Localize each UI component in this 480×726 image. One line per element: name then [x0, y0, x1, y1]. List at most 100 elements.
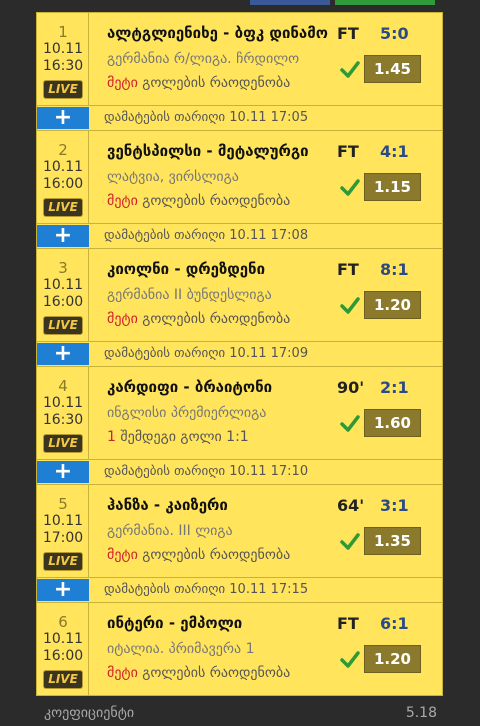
match-card[interactable]: 4 10.11 16:30 LIVE კარდიფი - ბრაიტონი ინ…: [36, 366, 443, 460]
match-meta: 5 10.11 17:00 LIVE: [37, 485, 89, 577]
added-date-text: დამატების თარიღი 10.11 17:05: [104, 110, 309, 125]
match-number: 4: [58, 377, 68, 395]
match-datetime: 10.11 16:00: [37, 631, 89, 665]
match-status: FT: [337, 24, 359, 43]
plus-icon[interactable]: +: [37, 461, 89, 483]
added-date-text: დამატების თარიღი 10.11 17:15: [104, 582, 309, 597]
plus-icon[interactable]: +: [37, 225, 89, 247]
match-number: 6: [58, 613, 68, 631]
match-teams[interactable]: კარდიფი - ბრაიტონი: [107, 378, 329, 396]
bet-market: მეტი გოლების რაოდენობა: [107, 193, 329, 209]
bet-pick: 1: [107, 429, 116, 445]
match-status: 64': [337, 496, 365, 515]
bet-market: მეტი გოლების რაოდენობა: [107, 75, 329, 91]
bet-market-text: გოლების რაოდენობა: [137, 193, 291, 209]
bet-pick: მეტი: [107, 665, 138, 681]
total-odds-label: კოეფიციენტი: [44, 705, 135, 721]
odds-value[interactable]: 1.15: [364, 173, 421, 201]
match-datetime: 10.11 17:00: [37, 513, 89, 547]
match-meta: 4 10.11 16:30 LIVE: [37, 367, 89, 459]
match-datetime: 10.11 16:00: [37, 277, 89, 311]
match-league: გერმანია. III ლიგა: [107, 523, 233, 539]
added-date-row: + დამატების თარიღი 10.11 17:09: [36, 342, 443, 366]
check-icon: [340, 651, 360, 668]
match-time: 16:00: [42, 176, 84, 192]
bet-market: მეტი გოლების რაოდენობა: [107, 547, 329, 563]
match-card[interactable]: 1 10.11 16:30 LIVE ალტგლიენიხე - ბფკ დინ…: [36, 12, 443, 106]
plus-icon[interactable]: +: [37, 107, 89, 129]
match-meta: 3 10.11 16:00 LIVE: [37, 249, 89, 341]
match-datetime: 10.11 16:30: [37, 41, 89, 75]
match-date: 10.11: [42, 631, 84, 647]
bet-market: მეტი გოლების რაოდენობა: [107, 311, 329, 327]
match-status: FT: [337, 260, 359, 279]
bet-pick: მეტი: [107, 75, 138, 91]
match-card[interactable]: 3 10.11 16:00 LIVE კიოლნი - დრეზდენი გერ…: [36, 248, 443, 342]
odds-value[interactable]: 1.20: [364, 291, 421, 319]
bet-market-text: გოლების რაოდენობა: [137, 547, 291, 563]
match-date: 10.11: [42, 277, 84, 293]
match-status: FT: [337, 142, 359, 161]
bet-market-text: გოლების რაოდენობა: [137, 75, 291, 91]
bet-market-text: გოლების რაოდენობა: [137, 311, 291, 327]
live-badge[interactable]: LIVE: [43, 316, 83, 335]
match-datetime: 10.11 16:00: [37, 159, 89, 193]
match-teams[interactable]: ინტერი - ემპოლი: [107, 614, 329, 632]
bet-market: 1 შემდეგი გოლი 1:1: [107, 429, 329, 445]
live-badge[interactable]: LIVE: [43, 434, 83, 453]
added-date-text: დამატების თარიღი 10.11 17:09: [104, 346, 309, 361]
total-odds-value: 5.18: [405, 705, 437, 721]
added-date-row: + დამატების თარიღი 10.11 17:15: [36, 578, 443, 602]
odds-value[interactable]: 1.20: [364, 645, 421, 673]
match-time: 16:00: [42, 294, 84, 310]
bet-pick: მეტი: [107, 311, 138, 327]
match-score: 3:1: [380, 496, 409, 515]
match-time: 16:30: [42, 412, 84, 428]
match-score: 4:1: [380, 142, 409, 161]
added-date-text: დამატების თარიღი 10.11 17:08: [104, 228, 309, 243]
match-datetime: 10.11 16:30: [37, 395, 89, 429]
live-badge[interactable]: LIVE: [43, 552, 83, 571]
live-badge[interactable]: LIVE: [43, 80, 83, 99]
match-score: 8:1: [380, 260, 409, 279]
match-card[interactable]: 6 10.11 16:00 LIVE ინტერი - ემპოლი იტალი…: [36, 602, 443, 696]
match-teams[interactable]: ალტგლიენიხე - ბფკ დინამო: [107, 24, 329, 42]
match-card[interactable]: 2 10.11 16:00 LIVE ვენტსპილსი - მეტალურგ…: [36, 130, 443, 224]
added-date-text: დამატების თარიღი 10.11 17:10: [104, 464, 309, 479]
match-number: 2: [58, 141, 68, 159]
match-league: იტალია. პრიმავერა 1: [107, 641, 255, 657]
match-league: გერმანია რ/ლიგა. ჩრდილო: [107, 51, 300, 67]
bet-market: მეტი გოლების რაოდენობა: [107, 665, 329, 681]
match-teams[interactable]: ჰანზა - კაიზერი: [107, 496, 329, 514]
match-league: ლატვია, ვირსლიგა: [107, 169, 239, 185]
match-meta: 2 10.11 16:00 LIVE: [37, 131, 89, 223]
live-badge[interactable]: LIVE: [43, 198, 83, 217]
added-date-row: + დამატების თარიღი 10.11 17:08: [36, 224, 443, 248]
match-time: 16:00: [42, 648, 84, 664]
live-badge[interactable]: LIVE: [43, 670, 83, 689]
match-league: გერმანია II ბუნდესლიგა: [107, 287, 272, 303]
bet-pick: მეტი: [107, 547, 138, 563]
odds-value[interactable]: 1.60: [364, 409, 421, 437]
match-league: ინგლისი პრემიერლიგა: [107, 405, 267, 421]
top-strip: [0, 0, 480, 6]
match-teams[interactable]: ვენტსპილსი - მეტალურგი: [107, 142, 329, 160]
match-score: 6:1: [380, 614, 409, 633]
check-icon: [340, 533, 360, 550]
match-number: 3: [58, 259, 68, 277]
top-tab-green[interactable]: [335, 0, 435, 5]
match-score: 2:1: [380, 378, 409, 397]
plus-icon[interactable]: +: [37, 343, 89, 365]
plus-icon[interactable]: +: [37, 579, 89, 601]
top-tab-blue[interactable]: [250, 0, 330, 5]
match-teams[interactable]: კიოლნი - დრეზდენი: [107, 260, 329, 278]
bet-market-text: შემდეგი გოლი 1:1: [115, 429, 249, 445]
odds-value[interactable]: 1.35: [364, 527, 421, 555]
match-card[interactable]: 5 10.11 17:00 LIVE ჰანზა - კაიზერი გერმა…: [36, 484, 443, 578]
check-icon: [340, 415, 360, 432]
odds-value[interactable]: 1.45: [364, 55, 421, 83]
match-number: 1: [58, 23, 68, 41]
match-meta: 6 10.11 16:00 LIVE: [37, 603, 89, 695]
match-status: 90': [337, 378, 365, 397]
match-date: 10.11: [42, 159, 84, 175]
